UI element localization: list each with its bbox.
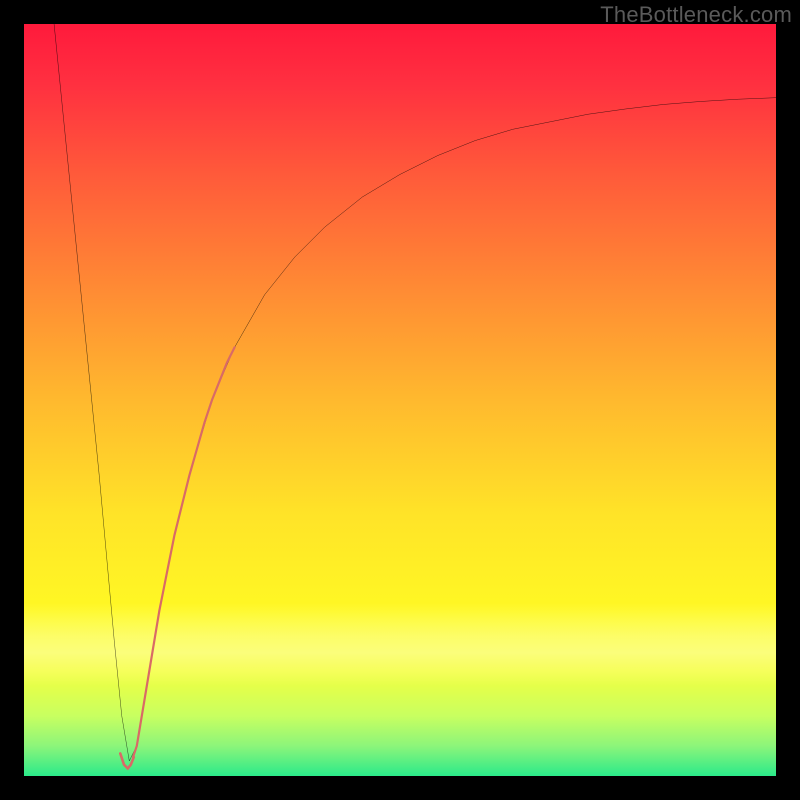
chart-frame: TheBottleneck.com bbox=[0, 0, 800, 800]
main-curve-path bbox=[54, 24, 776, 761]
plot-area bbox=[24, 24, 776, 776]
chart-svg bbox=[24, 24, 776, 776]
highlight-segment-path bbox=[133, 347, 235, 757]
series-group bbox=[54, 24, 776, 768]
